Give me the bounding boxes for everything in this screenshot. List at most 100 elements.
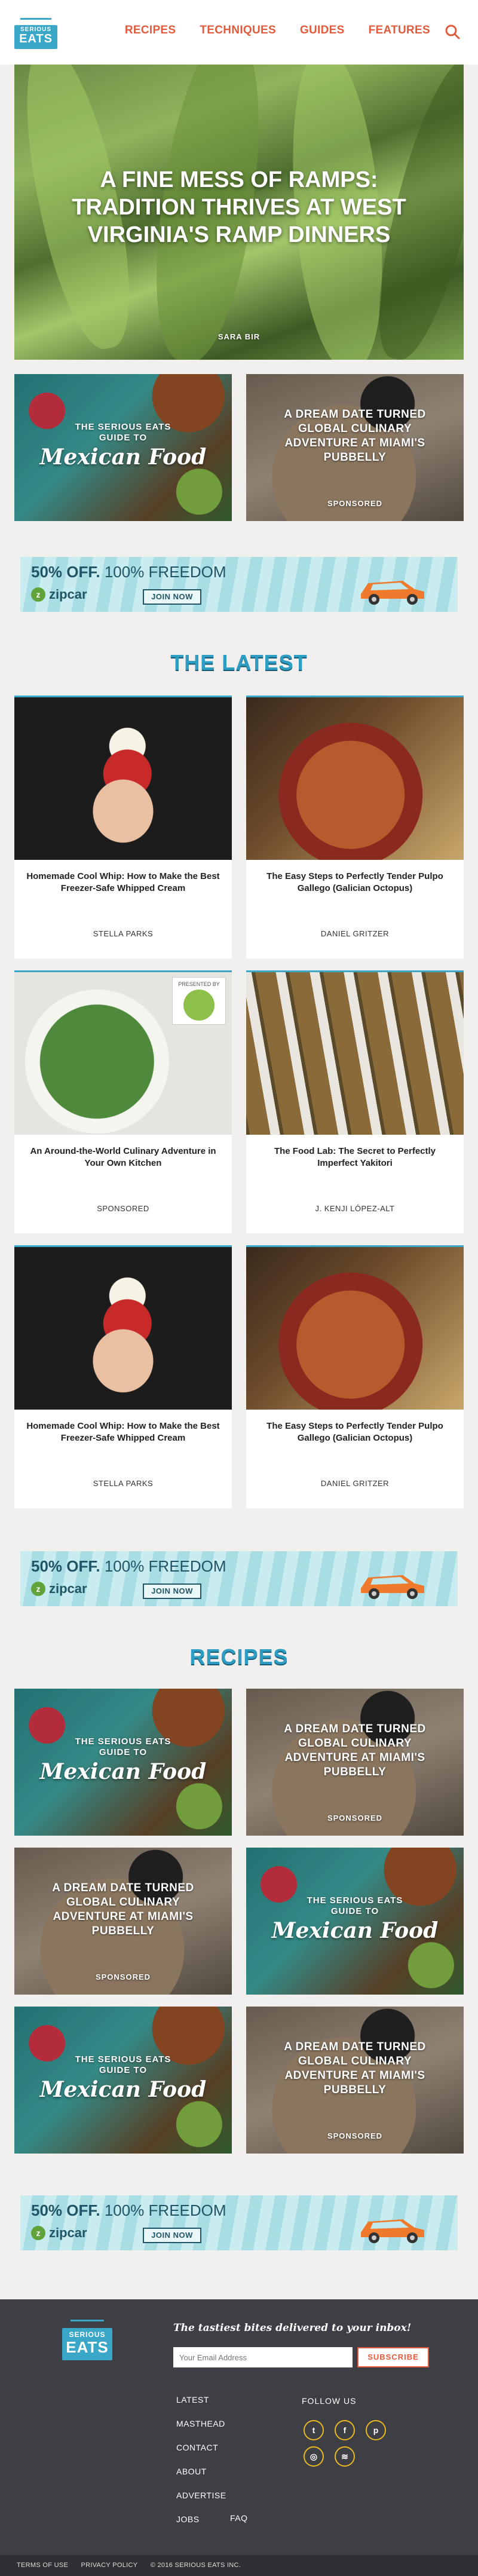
zipcar-brand: z zipcar <box>31 2225 87 2241</box>
footer-link-jobs[interactable]: JOBS <box>176 2514 226 2538</box>
presented-by-badge: PRESENTED BY <box>172 977 226 1025</box>
latest-heading: THE LATEST <box>170 650 308 675</box>
footer-link-masthead[interactable]: MASTHEAD <box>176 2419 226 2443</box>
promo-dinner-title: A DREAM DATE TURNED GLOBAL CULINARY ADVE… <box>284 2041 426 2096</box>
pinterest-icon[interactable]: p <box>366 2420 386 2440</box>
promo-mexican-guide[interactable]: THE SERIOUS EATS GUIDE TO Mexican Food <box>14 374 232 521</box>
search-icon[interactable] <box>445 24 460 39</box>
main-nav: RECIPES TECHNIQUES GUIDES FEATURES <box>125 24 430 37</box>
zipcar-ad[interactable]: 50% OFF. 100% FREEDOM z zipcar JOIN NOW <box>20 2195 458 2250</box>
promo-mexican-script: Mexican Food <box>39 445 207 470</box>
site-logo[interactable]: SERIOUS EATS <box>14 18 57 49</box>
article-card[interactable]: The Food Lab: The Secret to Perfectly Im… <box>246 970 464 1233</box>
subscribe-button[interactable]: SUBSCRIBE <box>357 2347 429 2367</box>
privacy-link[interactable]: PRIVACY POLICY <box>81 2562 137 2569</box>
promo-dinner-title: A DREAM DATE TURNED GLOBAL CULINARY ADVE… <box>52 1882 194 1937</box>
article-byline[interactable]: DANIEL GRITZER <box>246 929 464 938</box>
car-icon <box>361 2219 424 2243</box>
promo-dinner-date[interactable]: A DREAM DATE TURNED GLOBAL CULINARY ADVE… <box>246 374 464 521</box>
article-title[interactable]: The Easy Steps to Perfectly Tender Pulpo… <box>258 1420 452 1444</box>
facebook-icon[interactable]: f <box>335 2420 355 2440</box>
article-byline[interactable]: J. KENJI LÓPEZ-ALT <box>246 1204 464 1213</box>
promo-mexican-line: THE SERIOUS EATS GUIDE TO <box>75 422 171 443</box>
article-title[interactable]: Homemade Cool Whip: How to Make the Best… <box>26 871 220 895</box>
zipcar-wordmark: zipcar <box>49 1581 87 1596</box>
article-byline[interactable]: STELLA PARKS <box>14 1479 232 1488</box>
promo-dinner-title: A DREAM DATE TURNED GLOBAL CULINARY ADVE… <box>284 1723 426 1778</box>
zipcar-wordmark: zipcar <box>49 2225 87 2240</box>
hero-author[interactable]: SARA BIR <box>14 332 464 341</box>
article-title[interactable]: The Food Lab: The Secret to Perfectly Im… <box>258 1145 452 1169</box>
article-image[interactable] <box>246 1247 464 1410</box>
footer-logo[interactable]: SERIOUS EATS <box>62 2320 112 2363</box>
logo-box: SERIOUS EATS <box>14 25 57 49</box>
copyright-text: © 2016 SERIOUS EATS INC. <box>150 2562 241 2569</box>
twitter-icon[interactable]: t <box>304 2420 324 2440</box>
promo-dinner-date[interactable]: A DREAM DATE TURNED GLOBAL CULINARY ADVE… <box>246 2007 464 2154</box>
promo-mexican-guide[interactable]: THE SERIOUS EATS GUIDE TO Mexican Food <box>14 1689 232 1836</box>
article-card[interactable]: The Easy Steps to Perfectly Tender Pulpo… <box>246 1245 464 1508</box>
promo-mexican-line: THE SERIOUS EATS GUIDE TO <box>75 2054 171 2075</box>
promo-mexican-script: Mexican Food <box>39 2077 207 2102</box>
article-card[interactable]: The Easy Steps to Perfectly Tender Pulpo… <box>246 696 464 958</box>
article-title[interactable]: An Around-the-World Culinary Adventure i… <box>26 1145 220 1169</box>
logo-top-text: SERIOUS <box>69 2330 106 2339</box>
article-image[interactable] <box>14 697 232 860</box>
join-now-button[interactable]: JOIN NOW <box>143 589 201 605</box>
promo-mexican-guide[interactable]: THE SERIOUS EATS GUIDE TO Mexican Food <box>246 1848 464 1995</box>
sponsored-label: SPONSORED <box>327 1814 383 1823</box>
zipcar-ad[interactable]: 50% OFF. 100% FREEDOM z zipcar JOIN NOW <box>20 557 458 612</box>
article-image[interactable] <box>246 972 464 1135</box>
article-byline[interactable]: DANIEL GRITZER <box>246 1479 464 1488</box>
promo-dinner-date[interactable]: A DREAM DATE TURNED GLOBAL CULINARY ADVE… <box>14 1848 232 1995</box>
promo-mexican-guide[interactable]: THE SERIOUS EATS GUIDE TO Mexican Food <box>14 2007 232 2154</box>
article-image[interactable] <box>246 697 464 860</box>
recipes-heading: RECIPES <box>189 1644 289 1669</box>
article-title[interactable]: The Easy Steps to Perfectly Tender Pulpo… <box>258 871 452 895</box>
logo-bottom-text: EATS <box>66 2338 109 2356</box>
nav-recipes[interactable]: RECIPES <box>125 24 176 37</box>
ad-headline: 50% OFF. 100% FREEDOM <box>31 563 226 581</box>
article-byline[interactable]: STELLA PARKS <box>14 929 232 938</box>
terms-link[interactable]: TERMS OF USE <box>17 2562 68 2569</box>
ad-headline: 50% OFF. 100% FREEDOM <box>31 2201 226 2219</box>
zipcar-logo-icon: z <box>31 1582 45 1596</box>
zipcar-logo-icon: z <box>31 2226 45 2240</box>
footer-link-latest[interactable]: LATEST <box>176 2395 226 2419</box>
join-now-button[interactable]: JOIN NOW <box>143 2228 201 2243</box>
nav-guides[interactable]: GUIDES <box>300 24 345 37</box>
footer-link-advertise[interactable]: ADVERTISE <box>176 2491 226 2514</box>
ad-headline: 50% OFF. 100% FREEDOM <box>31 1557 226 1575</box>
promo-mexican-line: THE SERIOUS EATS GUIDE TO <box>307 1895 403 1916</box>
article-card[interactable]: Homemade Cool Whip: How to Make the Best… <box>14 696 232 958</box>
site-header: SERIOUS EATS RECIPES TECHNIQUES GUIDES F… <box>0 0 478 65</box>
sponsored-label: SPONSORED <box>327 2131 383 2140</box>
article-title[interactable]: Homemade Cool Whip: How to Make the Best… <box>26 1420 220 1444</box>
footer-link-about[interactable]: ABOUT <box>176 2467 226 2491</box>
sponsored-label: SPONSORED <box>327 499 383 508</box>
promo-dinner-date[interactable]: A DREAM DATE TURNED GLOBAL CULINARY ADVE… <box>246 1689 464 1836</box>
rss-icon[interactable]: ≋ <box>335 2446 355 2467</box>
promo-mexican-script: Mexican Food <box>39 1759 207 1784</box>
instagram-icon[interactable]: ◎ <box>304 2446 324 2467</box>
article-card[interactable]: Homemade Cool Whip: How to Make the Best… <box>14 1245 232 1508</box>
logo-bottom-text: EATS <box>19 32 53 45</box>
article-image[interactable] <box>14 1247 232 1410</box>
hero-feature[interactable]: A FINE MESS OF RAMPS: TRADITION THRIVES … <box>14 65 464 360</box>
nav-techniques[interactable]: TECHNIQUES <box>200 24 276 37</box>
footer-link-faq[interactable]: FAQ <box>230 2513 248 2523</box>
nav-features[interactable]: FEATURES <box>369 24 430 37</box>
promo-dinner-title: A DREAM DATE TURNED GLOBAL CULINARY ADVE… <box>284 408 426 464</box>
car-icon <box>361 1575 424 1599</box>
email-field[interactable] <box>173 2347 353 2367</box>
zipcar-ad[interactable]: 50% OFF. 100% FREEDOM z zipcar JOIN NOW <box>20 1551 458 1606</box>
article-image[interactable]: PRESENTED BY <box>14 972 232 1135</box>
site-footer: SERIOUS EATS The tastiest bites delivere… <box>0 2299 478 2576</box>
car-icon <box>361 581 424 605</box>
legal-bar: TERMS OF USE PRIVACY POLICY © 2016 SERIO… <box>0 2555 478 2576</box>
hero-title[interactable]: A FINE MESS OF RAMPS: TRADITION THRIVES … <box>62 166 416 249</box>
follow-us-label: FOLLOW US <box>302 2396 357 2406</box>
article-card[interactable]: PRESENTED BY An Around-the-World Culinar… <box>14 970 232 1233</box>
join-now-button[interactable]: JOIN NOW <box>143 1583 201 1599</box>
footer-link-contact[interactable]: CONTACT <box>176 2443 226 2467</box>
